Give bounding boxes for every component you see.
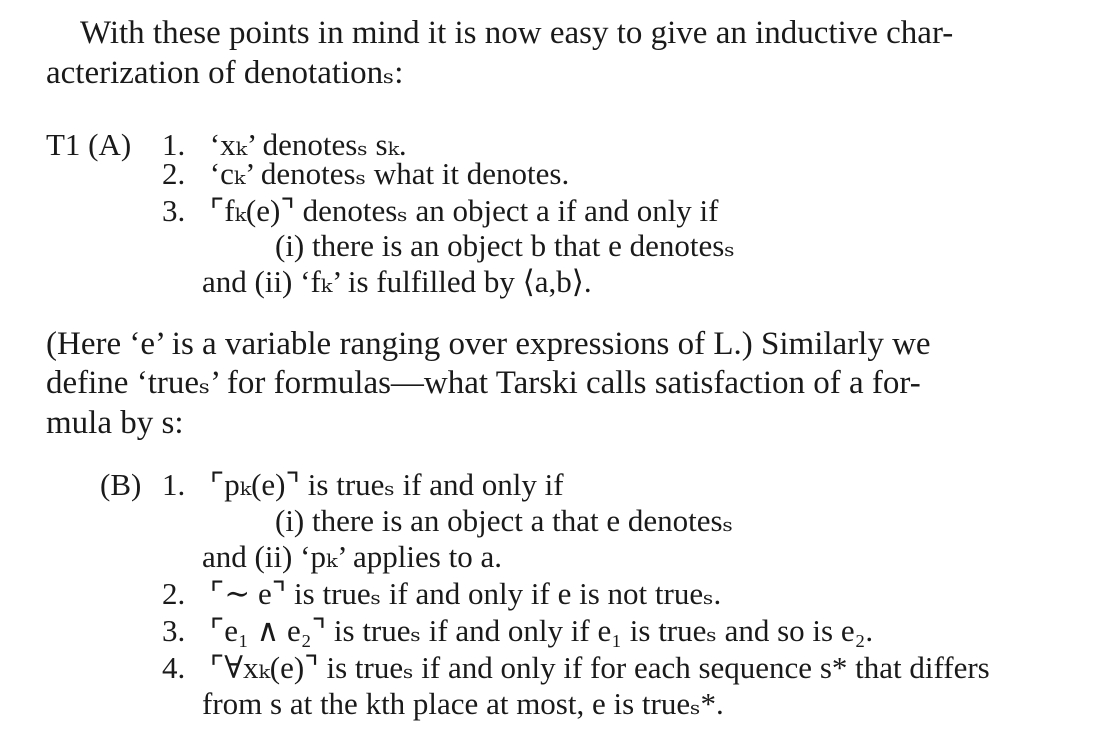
section-b-item-1-number: 1. [162, 467, 186, 502]
section-b-item-2: 2. ⌜∼ e⌝ is trueₛ if and only if e is no… [162, 578, 721, 609]
section-a-item-3-sub-i: (i) there is an object b that e denotesₛ [275, 228, 735, 263]
intro-line-2: acterization of denotationₛ: [46, 55, 404, 91]
section-b-item-3: 3. ⌜e₁ ∧ e₂⌝ is trueₛ if and only if e₁ … [162, 615, 873, 646]
section-b-item-2-number: 2. [162, 576, 186, 611]
section-b-label: (B) [100, 467, 142, 502]
section-b-item-1: 1. ⌜pₖ(e)⌝ is trueₛ if and only if [162, 469, 564, 500]
section-a-item-3-sub-ii: and (ii) ‘fₖ’ is fulfilled by ⟨a,b⟩. [202, 264, 592, 299]
section-a-item-2: 2. ‘cₖ’ denotesₛ what it denotes. [162, 158, 569, 189]
section-b-item-4-number: 4. [162, 650, 186, 685]
section-b-item-1-sub-i: (i) there is an object a that e denotesₛ [275, 503, 734, 538]
intro-line-1: With these points in mind it is now easy… [80, 15, 954, 51]
middle-line-2: define ‘trueₛ’ for formulas—what Tarski … [46, 365, 921, 401]
section-a-label: T1 (A) [46, 127, 132, 162]
section-b-item-3-number: 3. [162, 613, 186, 648]
section-b-item-3-text: ⌜e₁ ∧ e₂⌝ is trueₛ if and only if e₁ is … [209, 613, 874, 648]
section-a-item-3-text: ⌜fₖ(e)⌝ denotesₛ an object a if and only… [209, 193, 719, 228]
section-a-item-2-text: ‘cₖ’ denotesₛ what it denotes. [209, 156, 570, 191]
section-a-item-3-number: 3. [162, 193, 186, 228]
section-b-item-1-sub-ii: and (ii) ‘pₖ’ applies to a. [202, 539, 502, 574]
section-b-item-4: 4. ⌜∀xₖ(e)⌝ is trueₛ if and only if for … [162, 652, 990, 683]
section-b-item-4-text: ⌜∀xₖ(e)⌝ is trueₛ if and only if for eac… [209, 650, 990, 685]
section-b-item-2-text: ⌜∼ e⌝ is trueₛ if and only if e is not t… [209, 576, 722, 611]
section-a-item-3: 3. ⌜fₖ(e)⌝ denotesₛ an object a if and o… [162, 195, 719, 226]
middle-line-3: mula by s: [46, 405, 184, 441]
middle-line-1: (Here ‘e’ is a variable ranging over exp… [46, 326, 931, 362]
section-a-item-2-number: 2. [162, 156, 186, 191]
section-b-item-1-text: ⌜pₖ(e)⌝ is trueₛ if and only if [209, 467, 564, 502]
section-b-item-4-continuation: from s at the kth place at most, e is tr… [202, 686, 724, 721]
